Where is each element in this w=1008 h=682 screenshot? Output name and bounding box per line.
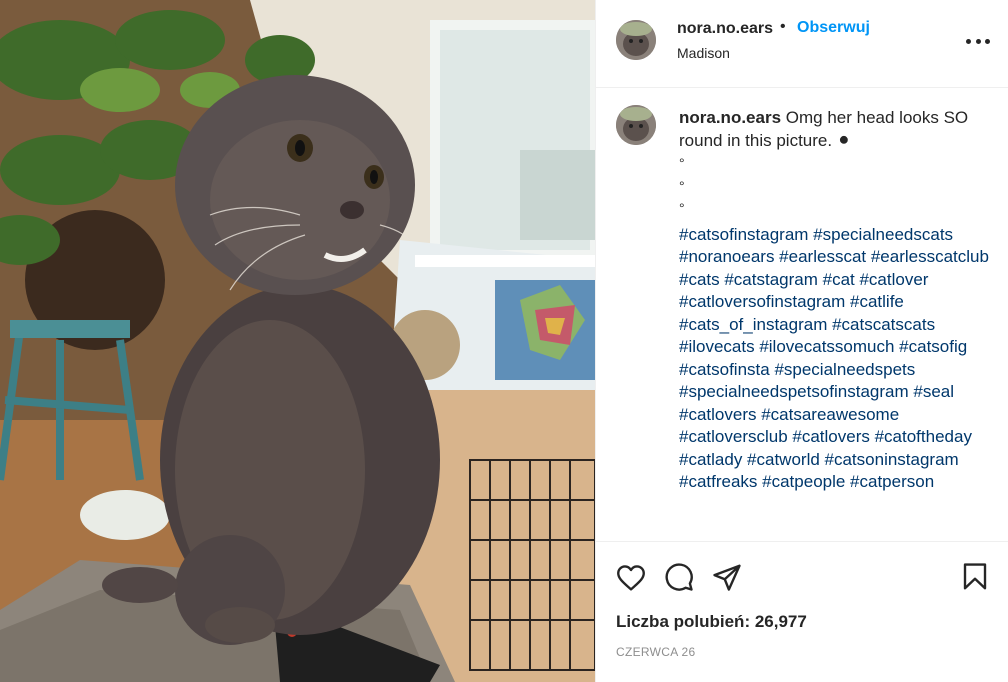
post-caption: nora.no.ears Omg her head looks SO round…	[679, 107, 989, 494]
avatar[interactable]	[616, 20, 656, 60]
instagram-post: nora.no.ears • Obserwuj Madison nora.no.…	[0, 0, 1008, 682]
bookmark-icon[interactable]	[960, 562, 990, 592]
more-dot	[985, 39, 990, 44]
more-dot	[966, 39, 971, 44]
post-details-panel: nora.no.ears • Obserwuj Madison nora.no.…	[595, 0, 1008, 682]
caption-avatar[interactable]	[616, 105, 656, 145]
avatar-cat-icon	[616, 105, 656, 145]
comments-section[interactable]: nora.no.ears Omg her head looks SO round…	[596, 89, 1008, 541]
post-photo[interactable]	[0, 0, 595, 682]
follow-button[interactable]: Obserwuj	[797, 19, 870, 37]
caption-bullet: °	[679, 177, 685, 194]
share-icon[interactable]	[712, 562, 742, 592]
post-date[interactable]: CZERWCA 26	[616, 645, 695, 659]
cat-photo	[0, 0, 595, 682]
caption-hashtags[interactable]: #catsofinstagram #specialneedscats #nora…	[679, 224, 989, 494]
heart-icon[interactable]	[616, 562, 646, 592]
more-options-icon[interactable]	[966, 30, 990, 54]
username-link[interactable]: nora.no.ears	[677, 20, 773, 38]
comment-icon[interactable]	[664, 562, 694, 592]
caption-bullet: °	[679, 200, 685, 216]
separator-dot: •	[780, 18, 786, 35]
post-actions: Liczba polubień: 26,977 CZERWCA 26	[596, 541, 1008, 682]
post-header: nora.no.ears • Obserwuj Madison	[596, 0, 1008, 88]
more-dot	[975, 39, 981, 44]
likes-count[interactable]: Liczba polubień: 26,977	[616, 612, 807, 632]
location-link[interactable]: Madison	[677, 45, 730, 61]
avatar-cat-icon	[616, 20, 656, 60]
caption-username-link[interactable]: nora.no.ears	[679, 108, 781, 127]
caption-bullet: °	[679, 155, 685, 171]
